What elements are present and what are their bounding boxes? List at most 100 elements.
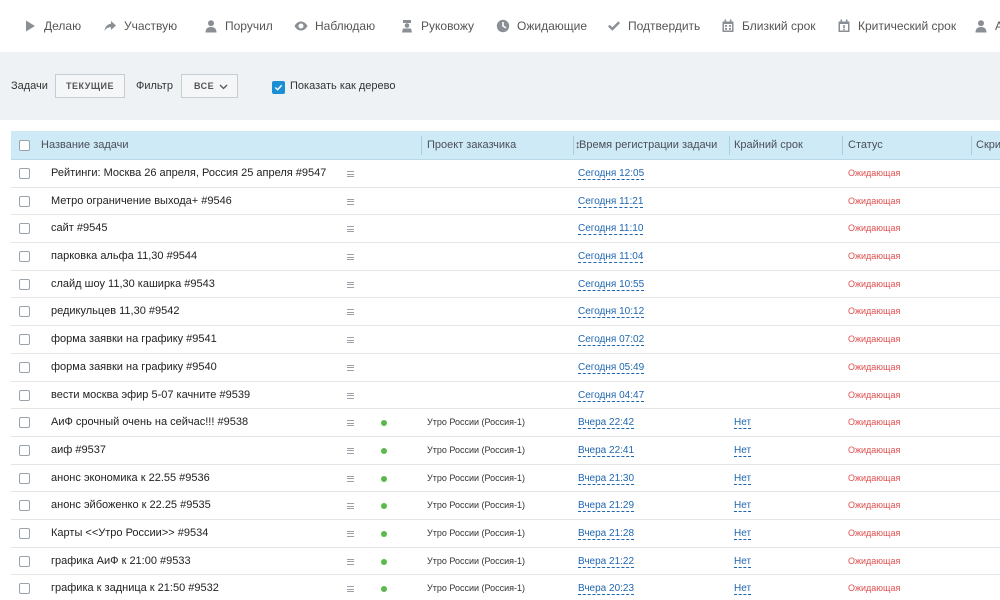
task-name[interactable]: парковка альфа 11,30 #9544 xyxy=(51,243,341,270)
table-row[interactable]: редикульцев 11,30 #9542 Сегодня 10:12 Ожид… xyxy=(11,298,1000,327)
table-row[interactable]: форма заявки на графику #9541 Сегодня 07:… xyxy=(11,326,1000,354)
row-menu-icon[interactable] xyxy=(347,298,357,325)
tab-6[interactable]: Подтвердить xyxy=(606,0,700,52)
row-menu-icon[interactable] xyxy=(347,382,357,409)
row-menu-icon[interactable] xyxy=(347,354,357,381)
column-header-registered[interactable]: Время регистрации задачи xyxy=(579,131,717,160)
table-row[interactable]: Карты <<Утро России>> #9534 Утро России (… xyxy=(11,519,1000,548)
tab-3[interactable]: Наблюдаю xyxy=(293,0,375,52)
row-menu-icon[interactable] xyxy=(347,437,357,464)
row-checkbox[interactable] xyxy=(19,334,30,346)
select-all-checkbox[interactable] xyxy=(19,140,30,151)
task-deadline-link[interactable]: Нет xyxy=(734,556,752,568)
table-row[interactable]: графика АиФ к 21:00 #9533 Утро России (Ро… xyxy=(11,547,1000,576)
task-name[interactable]: графика АиФ к 21:00 #9533 xyxy=(51,548,341,575)
task-registered-link[interactable]: Вчера 22:41 xyxy=(578,445,635,457)
tab-8[interactable]: Критический срок xyxy=(836,0,956,52)
tab-4[interactable]: Руковожу xyxy=(399,0,474,52)
task-name[interactable]: форма заявки на графику #9540 xyxy=(51,354,341,381)
row-menu-icon[interactable] xyxy=(347,465,357,492)
tree-view-checkbox[interactable] xyxy=(272,81,285,94)
task-registered-link[interactable]: Сегодня 11:04 xyxy=(578,251,644,264)
row-checkbox[interactable] xyxy=(19,195,30,207)
row-checkbox[interactable] xyxy=(19,527,30,539)
task-registered-link[interactable]: Сегодня 12:05 xyxy=(578,168,645,180)
row-checkbox[interactable] xyxy=(19,583,30,595)
task-name[interactable]: Метро ограничение выхода+ #9546 xyxy=(51,188,341,215)
table-row[interactable]: графика к задница к 21:50 #9532 Утро Росс… xyxy=(11,575,1000,600)
row-menu-icon[interactable] xyxy=(347,160,357,187)
task-name[interactable]: графика к задница к 21:50 #9532 xyxy=(51,575,341,600)
task-name[interactable]: слайд шоу 11,30 каширка #9543 xyxy=(51,271,341,298)
task-registered-link[interactable]: Вчера 21:30 xyxy=(578,473,635,485)
task-name[interactable]: аиф #9537 xyxy=(51,437,341,464)
filter-dropdown[interactable]: ВСЕ xyxy=(181,74,238,98)
row-menu-icon[interactable] xyxy=(347,520,357,547)
tab-7[interactable]: Близкий срок xyxy=(720,0,816,52)
task-registered-link[interactable]: Вчера 21:22 xyxy=(578,556,635,568)
row-menu-icon[interactable] xyxy=(347,575,357,600)
tasks-select-button[interactable]: ТЕКУЩИЕ xyxy=(55,74,125,98)
tab-5[interactable]: Ожидающие xyxy=(495,0,587,52)
row-checkbox[interactable] xyxy=(19,306,30,318)
task-deadline-link[interactable]: Нет xyxy=(734,473,752,485)
task-registered-link[interactable]: Сегодня 11:21 xyxy=(578,196,644,208)
row-checkbox[interactable] xyxy=(19,223,30,235)
row-checkbox[interactable] xyxy=(19,361,30,373)
column-header-deadline[interactable]: Крайний срок xyxy=(734,131,803,160)
row-menu-icon[interactable] xyxy=(347,326,357,353)
task-registered-link[interactable]: Вчера 20:23 xyxy=(578,583,635,596)
task-registered-link[interactable]: Вчера 22:42 xyxy=(578,417,635,430)
row-checkbox[interactable] xyxy=(19,555,30,567)
row-menu-icon[interactable] xyxy=(347,492,357,519)
task-name[interactable]: АиФ срочный очень на сейчас!!! #9538 xyxy=(51,409,341,436)
task-name[interactable]: анонс эйбоженко к 22.25 #9535 xyxy=(51,492,341,519)
row-menu-icon[interactable] xyxy=(347,271,357,298)
table-row[interactable]: форма заявки на графику #9540 Сегодня 05:… xyxy=(11,353,1000,382)
table-row[interactable]: вести москва эфир 5-07 качните #9539 Сего… xyxy=(11,381,1000,410)
column-header-status[interactable]: Статус xyxy=(848,131,883,160)
task-deadline-link[interactable]: Нет xyxy=(734,417,752,430)
task-deadline-link[interactable]: Нет xyxy=(734,528,752,540)
row-checkbox[interactable] xyxy=(19,168,30,179)
column-header-name[interactable]: Название задачи xyxy=(41,131,129,160)
task-deadline-link[interactable]: Нет xyxy=(734,583,752,596)
task-name[interactable]: сайт #9545 xyxy=(51,215,341,242)
task-registered-link[interactable]: Вчера 21:28 xyxy=(578,528,635,540)
table-row[interactable]: слайд шоу 11,30 каширка #9543 Сегодня 10:… xyxy=(11,270,1000,299)
table-row[interactable]: анонс эйбоженко к 22.25 #9535 Утро России… xyxy=(11,492,1000,520)
row-checkbox[interactable] xyxy=(19,472,30,484)
task-name[interactable]: вести москва эфир 5-07 качните #9539 xyxy=(51,382,341,409)
task-name[interactable]: Рейтинги: Москва 26 апреля, Россия 25 ап… xyxy=(51,160,341,187)
table-row[interactable]: Метро ограничение выхода+ #9546 Сегодня 1… xyxy=(11,187,1000,216)
table-row[interactable]: АиФ срочный очень на сейчас!!! #9538 Утро… xyxy=(11,409,1000,437)
row-checkbox[interactable] xyxy=(19,417,30,429)
row-menu-icon[interactable] xyxy=(347,243,357,270)
task-name[interactable]: анонс экономика к 22.55 #9536 xyxy=(51,465,341,492)
row-menu-icon[interactable] xyxy=(347,188,357,215)
task-name[interactable]: Карты <<Утро России>> #9534 xyxy=(51,520,341,547)
table-row[interactable]: анонс экономика к 22.55 #9536 Утро России… xyxy=(11,464,1000,493)
tab-0[interactable]: Делаю xyxy=(22,0,81,52)
task-registered-link[interactable]: Сегодня 04:47 xyxy=(578,390,645,402)
task-registered-link[interactable]: Сегодня 10:12 xyxy=(578,306,645,319)
task-registered-link[interactable]: Сегодня 05:49 xyxy=(578,362,645,374)
row-menu-icon[interactable] xyxy=(347,215,357,242)
row-checkbox[interactable] xyxy=(19,389,30,401)
task-name[interactable]: форма заявки на графику #9541 xyxy=(51,326,341,353)
tab-1[interactable]: Участвую xyxy=(102,0,177,52)
task-registered-link[interactable]: Сегодня 10:55 xyxy=(578,279,645,291)
column-header-extra[interactable]: Скри xyxy=(976,131,1000,160)
column-header-project[interactable]: Проект заказчика xyxy=(427,131,516,160)
row-checkbox[interactable] xyxy=(19,444,30,456)
table-row[interactable]: сайт #9545 Сегодня 11:10 Ожидающая xyxy=(11,215,1000,244)
tab-2[interactable]: Поручил xyxy=(203,0,273,52)
row-checkbox[interactable] xyxy=(19,500,30,512)
table-row[interactable]: Рейтинги: Москва 26 апреля, Россия 25 ап… xyxy=(11,160,1000,188)
task-name[interactable]: редикульцев 11,30 #9542 xyxy=(51,298,341,325)
task-deadline-link[interactable]: Нет xyxy=(734,445,752,457)
row-checkbox[interactable] xyxy=(19,278,30,290)
table-row[interactable]: парковка альфа 11,30 #9544 Сегодня 11:04 О… xyxy=(11,243,1000,271)
table-row[interactable]: аиф #9537 Утро России (Россия-1) Вчера 22:… xyxy=(11,436,1000,465)
tab-9[interactable]: Ан xyxy=(973,0,1000,52)
